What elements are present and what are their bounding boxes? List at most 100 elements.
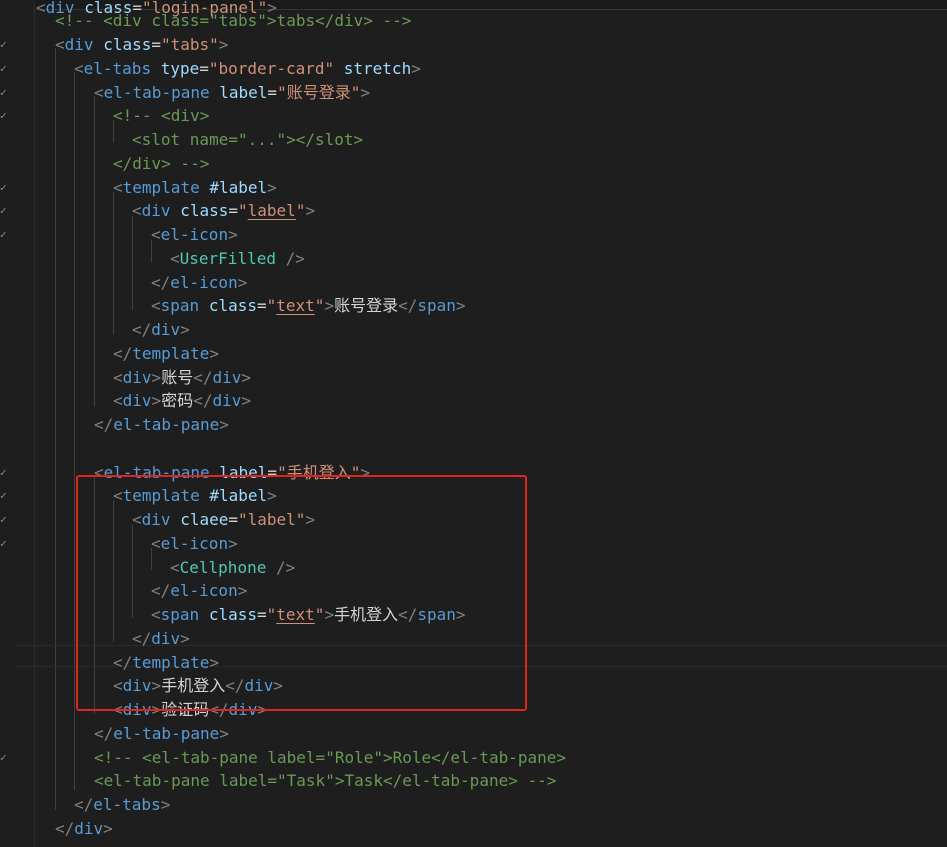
code-line[interactable]: <!-- <div class="tabs">tabs</div> --> — [0, 9, 947, 33]
code-line[interactable]: ✓ <template #label> — [0, 176, 947, 200]
token: <slot name="..."></slot> — [132, 130, 364, 149]
token: = — [151, 35, 161, 54]
token: el-tabs — [83, 59, 152, 78]
token: > — [209, 344, 219, 363]
token: </ — [94, 415, 114, 434]
code-line[interactable]: <span class="text">账号登录</span> — [0, 294, 947, 318]
code-line[interactable]: </el-tab-pane> — [0, 413, 947, 437]
line-code: </template> — [113, 342, 219, 366]
line-code: <!-- <div class="tabs">tabs</div> --> — [55, 9, 411, 33]
token: template — [132, 344, 210, 363]
code-line[interactable]: <div>密码</div> — [0, 389, 947, 413]
token: 账号登录 — [334, 296, 399, 315]
fold-check-icon: ✓ — [0, 489, 7, 502]
token: < — [151, 225, 161, 244]
code-line[interactable]: </el-tabs> — [0, 793, 947, 817]
token-quote: " — [266, 296, 277, 315]
token: > — [237, 273, 248, 292]
code-line[interactable]: ✓ <div class="tabs"> — [0, 33, 947, 57]
line-code: <el-icon> — [151, 223, 238, 247]
token: class — [208, 296, 257, 315]
token: span — [417, 296, 456, 315]
code-line[interactable]: ✓ <!-- <div> — [0, 104, 947, 128]
line-code: <!-- <el-tab-pane label="Role">Role</el-… — [94, 746, 566, 770]
code-line[interactable]: </div> --> — [0, 152, 947, 176]
code-line[interactable]: </el-icon> — [0, 271, 947, 295]
fold-check-icon: ✓ — [0, 86, 7, 99]
token: = — [256, 296, 267, 315]
token: </ — [132, 320, 152, 339]
token: > — [267, 178, 277, 197]
token: = — [267, 83, 278, 102]
token: </ — [193, 368, 213, 387]
token: div — [212, 368, 242, 387]
line-code: <div>账号</div> — [113, 366, 251, 390]
token: div — [64, 35, 94, 54]
token: </ — [193, 391, 213, 410]
code-editor[interactable]: <div class="login-panel"> <!-- <div class… — [0, 0, 947, 847]
token: > — [151, 391, 162, 410]
code-line[interactable]: ✓ <el-tabs type="border-card" stretch> — [0, 57, 947, 81]
token: > — [180, 320, 190, 339]
code-line[interactable]: <UserFilled /> — [0, 247, 947, 271]
line-code: </el-tabs> — [74, 793, 170, 817]
token: class — [103, 35, 152, 54]
token: el-tab-pane — [103, 83, 210, 102]
line-code: </el-tab-pane> — [94, 413, 229, 437]
code-line[interactable]: <el-tab-pane label="Task">Task</el-tab-p… — [0, 769, 947, 793]
fold-check-icon: ✓ — [0, 537, 7, 550]
token: <!-- <el-tab-pane label="Role">Role</el-… — [94, 748, 567, 767]
token: template — [122, 178, 200, 197]
fold-check-icon: ✓ — [0, 228, 7, 241]
token: <!-- <div> — [113, 106, 210, 125]
code-line[interactable]: ✓ <!-- <el-tab-pane label="Role">Role</el… — [0, 746, 947, 770]
token: <!-- <div class="tabs">tabs</div> --> — [55, 11, 412, 30]
line-code: <div>密码</div> — [113, 389, 251, 413]
token: el-icon — [160, 225, 229, 244]
code-line[interactable]: ✓ <el-tab-pane label="账号登录"> — [0, 81, 947, 105]
token: > — [241, 368, 252, 387]
token: el-tabs — [93, 795, 161, 814]
line-code: </div> --> — [113, 152, 209, 176]
token: < — [113, 391, 123, 410]
token: </ — [398, 296, 418, 315]
token: > — [241, 391, 252, 410]
code-line[interactable]: ✓ <div class="label"> — [0, 199, 947, 223]
line-code: <slot name="..."></slot> — [132, 128, 363, 152]
token: "border-card" — [208, 59, 335, 78]
line-code: <span class="text">账号登录</span> — [151, 294, 466, 318]
token-quote: " — [238, 201, 248, 220]
fold-check-icon: ✓ — [0, 38, 7, 51]
token: div — [212, 391, 242, 410]
code-line[interactable]: <div>账号</div> — [0, 366, 947, 390]
code-line[interactable]: </template> — [0, 342, 947, 366]
code-line[interactable]: ✓ <el-icon> — [0, 223, 947, 247]
token: > — [455, 296, 466, 315]
line-code: </div> — [132, 318, 190, 342]
token: > — [219, 415, 229, 434]
token-quote: " — [295, 201, 306, 220]
token: div — [141, 201, 171, 220]
line-code: <el-tabs type="border-card" stretch> — [74, 57, 421, 81]
code-line[interactable]: </div> — [0, 318, 947, 342]
code-line[interactable] — [0, 437, 947, 461]
code-line[interactable]: </div> — [0, 817, 947, 841]
code-line[interactable]: <slot name="..."></slot> — [0, 128, 947, 152]
fold-check-icon: ✓ — [0, 181, 7, 194]
token: stretch — [343, 59, 412, 78]
token: > — [219, 724, 229, 743]
token: < — [170, 249, 180, 268]
token: el-tab-pane — [113, 724, 220, 743]
token: span — [160, 296, 200, 315]
fold-check-icon: ✓ — [0, 62, 7, 75]
token: </ — [94, 724, 114, 743]
token: > — [411, 59, 421, 78]
token: div — [122, 391, 152, 410]
code-line[interactable]: </el-tab-pane> — [0, 722, 947, 746]
